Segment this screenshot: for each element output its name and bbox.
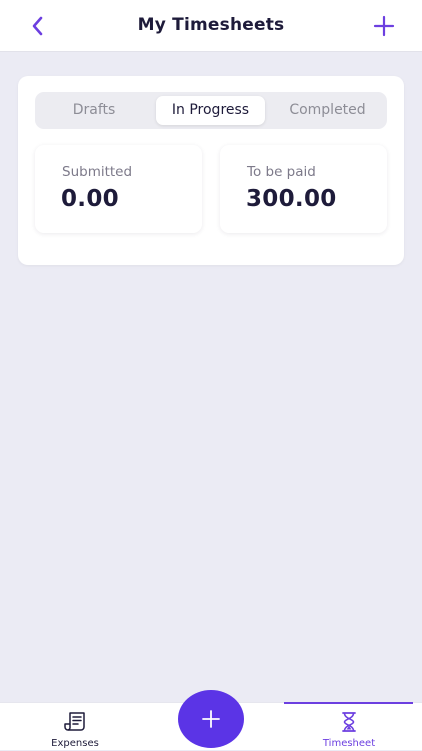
plus-icon <box>202 710 220 728</box>
submitted-value: 0.00 <box>61 186 119 212</box>
nav-label-expenses: Expenses <box>51 738 99 749</box>
nav-item-timesheet[interactable]: Timesheet <box>284 703 414 751</box>
timesheet-summary-card: Drafts In Progress Completed Submitted 0… <box>18 76 404 265</box>
add-floating-button[interactable] <box>178 690 244 748</box>
tab-drafts[interactable]: Drafts <box>39 96 149 125</box>
tab-completed[interactable]: Completed <box>272 96 383 125</box>
to-be-paid-label: To be paid <box>247 164 316 180</box>
back-button[interactable] <box>24 12 52 40</box>
page-title: My Timesheets <box>137 15 285 35</box>
submitted-stat-card: Submitted 0.00 <box>35 145 202 233</box>
tab-in-progress[interactable]: In Progress <box>156 96 265 125</box>
hourglass-icon <box>342 712 356 732</box>
to-be-paid-value: 300.00 <box>246 186 337 212</box>
nav-label-timesheet: Timesheet <box>322 738 376 749</box>
chevron-left-icon <box>32 16 43 36</box>
submitted-label: Submitted <box>62 164 133 180</box>
receipt-icon <box>64 712 85 731</box>
to-be-paid-stat-card: To be paid 300.00 <box>220 145 387 233</box>
nav-item-expenses[interactable]: Expenses <box>0 703 150 751</box>
status-segmented-control: Drafts In Progress Completed <box>35 92 387 129</box>
add-timesheet-button[interactable] <box>370 12 398 40</box>
plus-icon <box>373 15 395 37</box>
app-header: My Timesheets <box>0 0 422 52</box>
